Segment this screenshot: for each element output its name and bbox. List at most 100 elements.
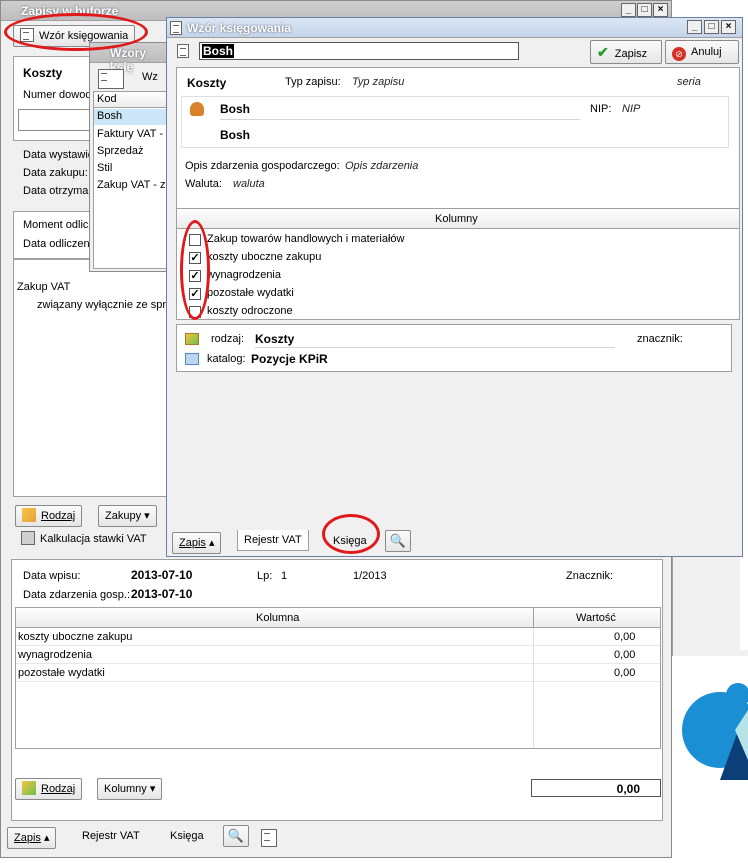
rodzaj-bottom-label: Rodzaj [41,783,76,795]
list-item[interactable]: Faktury VAT - [97,128,163,140]
katalog-label: katalog: [207,353,246,365]
kolumny-button[interactable]: Kolumny ▾ [97,778,163,800]
columns-table: Kolumna Wartość koszty uboczne zakupu 0,… [15,607,661,749]
data-wystawienia-label: Data wystawie [23,149,94,161]
kolumna-header[interactable]: Kolumna [256,612,299,624]
data-wpisu-value[interactable]: 2013-07-10 [131,568,192,582]
moment-odliczenia-label: Moment odlicz [23,219,94,231]
rodzaj-label: Rodzaj [41,510,76,522]
kolumny-section: Kolumny Zakup towarów handlowych i mater… [176,208,740,320]
data-zdarzenia-value[interactable]: 2013-07-10 [131,587,192,601]
tab-zapis[interactable]: Zapis ▴ [172,532,222,554]
opis-value[interactable]: Opis zdarzenia [345,160,418,172]
close-icon[interactable]: × [653,3,668,17]
tab-zapis-label: Zapis [14,832,41,844]
cancel-icon: ⊘ [672,47,686,61]
person-icon [190,102,204,116]
tab-ksiega[interactable]: Księga [164,826,210,846]
lp-number-value: 1/2013 [353,570,387,582]
rodzaj-section: rodzaj: Koszty znacznik: katalog: Pozycj… [176,324,732,372]
wzory-toolbar-label[interactable]: Wz [142,71,158,83]
dialog-titlebar[interactable]: Wzór księgowania _ □ × [167,18,742,38]
lp-value[interactable]: 1 [281,570,287,582]
koszty-label: Koszty [23,66,63,80]
window-icon [170,21,182,35]
zakupy-button[interactable]: Zakupy ▾ [98,505,157,527]
katalog-value[interactable]: Pozycje KPiR [251,352,328,366]
waluta-value[interactable]: waluta [233,178,265,190]
zwiazany-item[interactable]: związany wyłącznie ze spra [37,299,172,311]
close-icon[interactable]: × [721,20,736,34]
znacznik-label: Znacznik: [566,570,614,582]
table-cell-value: 0,00 [614,631,636,643]
search-tab-button[interactable]: 🔍 [223,825,249,847]
zapisz-button[interactable]: ✔ Zapisz [590,40,662,64]
zakupy-label: Zakupy [105,510,142,522]
nip-label: NIP: [590,103,612,115]
catalog-folder-icon [185,353,199,365]
table-row[interactable]: koszty uboczne zakupu 0,00 [16,628,660,646]
opis-label: Opis zdarzenia gospodarczego: [185,160,340,172]
total-field: 0,00 [531,779,661,797]
minimize-icon[interactable]: _ [687,20,702,34]
list-item-selected[interactable]: Bosh [94,109,168,125]
kalkulacja-button[interactable]: Kalkulacja stawki VAT [15,529,167,551]
contractor-name-2[interactable]: Bosh [220,128,250,142]
waluta-label: Waluta: [185,178,222,190]
rodzaj-value[interactable]: Koszty [255,332,294,346]
wzory-toolbar-icon[interactable] [98,69,124,89]
contractor-name[interactable]: Bosh [220,102,250,116]
list-item[interactable]: Stil [97,162,112,174]
rodzaj-divider [255,347,615,348]
data-zdarzenia-label: Data zdarzenia gosp.: [23,589,131,601]
search-tab-button[interactable]: 🔍 [385,530,411,552]
tab-zapis[interactable]: Zapis ▴ [7,827,57,849]
table-cell-value: 0,00 [614,667,636,679]
contractor-box: Bosh Bosh NIP: NIP [181,96,729,148]
zakup-vat-item[interactable]: Zakup VAT [17,281,70,293]
vat-list-panel [13,259,168,497]
table-cell-value: 0,00 [614,649,636,661]
list-item-label: Bosh [97,110,123,122]
anuluj-button[interactable]: ⊘ Anuluj [665,40,739,64]
notes-icon[interactable] [261,829,277,847]
total-value: 0,00 [616,782,640,796]
header-section: Koszty Typ zapisu: Typ zapisu seria Bosh… [176,67,740,217]
table-row[interactable]: wynagrodzenia 0,00 [16,646,660,664]
wzory-window: Wzory księ Wz Kod Bosh Faktury VAT - Spr… [89,42,169,272]
checkbox-label: koszty odroczone [207,305,293,317]
list-item[interactable]: Zakup VAT - z [97,179,165,191]
maximize-icon[interactable]: □ [637,3,652,17]
name-input[interactable]: Bosh [199,42,519,60]
numer-dowodu-input[interactable] [18,109,93,131]
rodzaj-button[interactable]: Rodzaj [15,505,83,527]
annotation-oval-checkboxes [180,220,210,320]
checkbox-label: pozostałe wydatki [207,287,294,299]
lp-label: Lp: [257,570,273,582]
kolumny-label: Kolumny [104,783,147,795]
table-row[interactable]: pozostałe wydatki 0,00 [16,664,660,682]
checkbox-label: wynagrodzenia [207,269,281,281]
wartosc-header[interactable]: Wartość [576,612,616,624]
maximize-icon[interactable]: □ [704,20,719,34]
search-icon: 🔍 [389,533,407,548]
table-cell-name: wynagrodzenia [18,649,92,661]
rodzaj-label: rodzaj: [211,333,245,345]
rodzaj-bottom-button[interactable]: Rodzaj [15,778,83,800]
table-header: Kolumna Wartość [16,608,660,628]
seria-value[interactable]: seria [677,76,701,88]
zapisz-label: Zapisz [614,48,648,60]
tab-rejestr-vat[interactable]: Rejestr VAT [237,530,309,551]
calculator-icon [21,531,35,545]
table-cell-name: koszty uboczne zakupu [18,631,133,643]
tab-rejestr-vat[interactable]: Rejestr VAT [76,826,146,846]
folder-icon [22,781,36,795]
folder-icon [22,508,36,522]
anuluj-label: Anuluj [691,46,722,58]
minimize-icon[interactable]: _ [621,3,636,17]
kod-header[interactable]: Kod [94,92,168,108]
nip-value[interactable]: NIP [622,103,640,115]
typ-zapisu-value[interactable]: Typ zapisu [352,76,404,88]
kolumny-header: Kolumny [435,213,478,225]
list-item[interactable]: Sprzedaż [97,145,143,157]
